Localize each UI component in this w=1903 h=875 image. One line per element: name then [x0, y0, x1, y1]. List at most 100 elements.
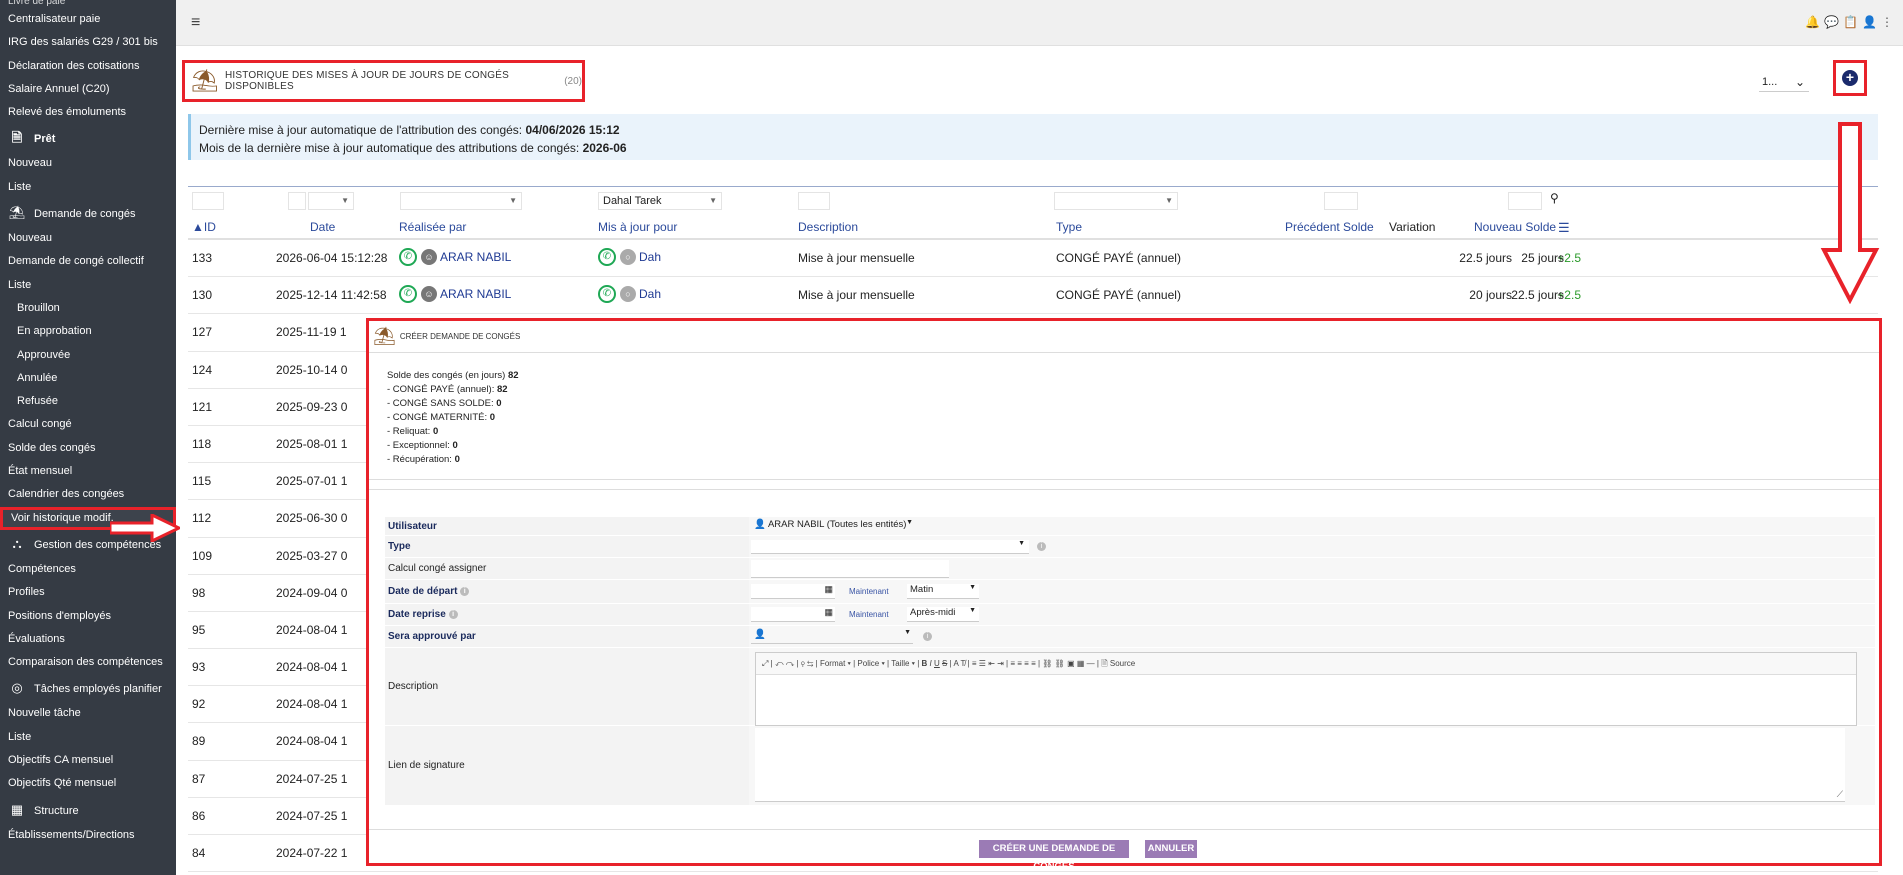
sidebar-item-calendrier-des-congees[interactable]: Calendrier des congées	[0, 483, 176, 506]
bold-icon[interactable]: B	[922, 659, 928, 668]
table-icon[interactable]: ▦	[1077, 659, 1085, 668]
col-date[interactable]: Date	[310, 220, 335, 234]
clear-format-icon[interactable]: T̸	[960, 659, 965, 668]
redo-icon[interactable]: ↷	[786, 659, 795, 668]
source-button[interactable]: Source	[1110, 659, 1135, 668]
whatsapp-icon[interactable]: ✆	[399, 248, 417, 266]
font-dropdown[interactable]: Police	[857, 659, 879, 668]
filter-new-balance[interactable]	[1508, 192, 1542, 210]
indent-icon[interactable]: ⇥	[997, 659, 1004, 668]
sidebar-item-objectifs-qte-mensuel[interactable]: Objectifs Qté mensuel	[0, 772, 176, 795]
bell-icon[interactable]: 🔔	[1805, 15, 1824, 29]
sidebar-item-demande-de-conges[interactable]: ⛱ Demande de congés	[0, 199, 176, 227]
whatsapp-icon[interactable]: ✆	[399, 285, 417, 304]
sidebar-item-refusee[interactable]: Refusée	[0, 390, 176, 413]
user-select[interactable]: 👤 ARAR NABIL (Toutes les entités) ▼	[751, 519, 915, 533]
type-select[interactable]: ▼	[751, 540, 1029, 554]
col-description[interactable]: Description	[798, 220, 858, 234]
sidebar-item-etablissements-directions[interactable]: Établissements/Directions	[0, 824, 176, 847]
filter-date-select[interactable]: ▼	[308, 192, 354, 210]
sidebar-item-nouveau[interactable]: Nouveau	[0, 152, 176, 175]
source-icon[interactable]: 🗎	[1101, 659, 1107, 668]
numbered-list-icon[interactable]: ≡	[972, 659, 977, 668]
user-link[interactable]: Dah	[639, 287, 661, 301]
align-left-icon[interactable]: ≡	[1010, 659, 1015, 668]
start-date-input[interactable]: ▦	[751, 584, 835, 599]
filter-date[interactable]	[288, 192, 306, 210]
more-vertical-icon[interactable]: ⋮	[1881, 15, 1897, 29]
filter-id[interactable]	[192, 192, 224, 210]
col-variation[interactable]: Variation	[1389, 220, 1435, 234]
sidebar-item-nouveau[interactable]: Nouveau	[0, 227, 176, 250]
table-row[interactable]: 130 2025-12-14 11:42:58 ✆ ☺ ARAR NABIL ✆ ○ Dah M…	[188, 277, 1878, 315]
hamburger-menu-icon[interactable]: ≡	[191, 14, 200, 32]
sidebar-item-evaluations[interactable]: Évaluations	[0, 628, 176, 651]
col-prev-balance[interactable]: Précédent Solde	[1285, 220, 1374, 234]
end-now-link[interactable]: Maintenant	[849, 610, 889, 619]
sidebar-item-profiles[interactable]: Profiles	[0, 581, 176, 604]
size-dropdown[interactable]: Taille	[891, 659, 909, 668]
link-icon[interactable]: ⛓	[1042, 659, 1052, 668]
outdent-icon[interactable]: ⇤	[988, 659, 995, 668]
sidebar-item-en-approbation[interactable]: En approbation	[0, 320, 176, 343]
col-realised-by[interactable]: Réalisée par	[399, 220, 466, 234]
end-date-input[interactable]: ▦	[751, 607, 835, 622]
start-now-link[interactable]: Maintenant	[849, 587, 889, 596]
calc-input[interactable]	[751, 560, 949, 578]
start-period-select[interactable]: Matin ▼	[907, 584, 979, 599]
align-right-icon[interactable]: ≡	[1024, 659, 1029, 668]
replace-icon[interactable]: ⇆	[807, 659, 813, 668]
italic-icon[interactable]: I	[930, 659, 932, 668]
strike-icon[interactable]: S	[942, 659, 947, 668]
col-updated-for[interactable]: Mis à jour pour	[598, 220, 677, 234]
sidebar-item-salaire-annuel-c20[interactable]: Salaire Annuel (C20)	[0, 78, 176, 101]
undo-icon[interactable]: ↶	[775, 659, 784, 668]
sidebar-item-comparaison-des-competences[interactable]: Comparaison des compétences	[0, 651, 176, 674]
sidebar-item-annulee[interactable]: Annulée	[0, 367, 176, 390]
whatsapp-icon[interactable]: ✆	[598, 248, 616, 266]
sidebar-item-objectifs-ca-mensuel[interactable]: Objectifs CA mensuel	[0, 749, 176, 772]
end-period-select[interactable]: Après-midi ▼	[907, 607, 979, 622]
filter-realised-by[interactable]: ▼	[400, 192, 522, 210]
sidebar-item-irg-des-salaries-g29-301-bis[interactable]: IRG des salariés G29 / 301 bis	[0, 31, 176, 54]
col-type[interactable]: Type	[1056, 220, 1082, 234]
hr-icon[interactable]: ―	[1087, 659, 1095, 668]
sidebar-item-declaration-des-cotisations[interactable]: Déclaration des cotisations	[0, 55, 176, 78]
bullet-list-icon[interactable]: ☰	[979, 659, 986, 668]
sidebar-item-cut[interactable]: Livre de paie	[0, 0, 176, 8]
description-editor[interactable]: ⤢ | ↶ ↷ | ⚲ ⇆ | Format ▾ | Police ▾ | Ta…	[755, 652, 1857, 726]
filter-type[interactable]: ▼	[1054, 192, 1178, 210]
whatsapp-icon[interactable]: ✆	[598, 285, 616, 304]
filter-updated-for[interactable]: Dahal Tarek ▼	[598, 192, 722, 210]
sidebar-item-liste[interactable]: Liste	[0, 726, 176, 749]
sidebar-item-releve-des-emoluments[interactable]: Relevé des émoluments	[0, 101, 176, 124]
underline-icon[interactable]: U	[934, 659, 940, 668]
user-link[interactable]: ARAR NABIL	[440, 250, 511, 264]
search-icon[interactable]: ⚲	[1550, 191, 1559, 205]
sidebar-item-etat-mensuel[interactable]: État mensuel	[0, 460, 176, 483]
sidebar-item-nouvelle-tache[interactable]: Nouvelle tâche	[0, 702, 176, 725]
sidebar-item-competences[interactable]: Compétences	[0, 558, 176, 581]
filter-description[interactable]	[798, 192, 830, 210]
col-new-balance[interactable]: Nouveau Solde	[1474, 220, 1556, 234]
maximize-icon[interactable]: ⤢	[762, 659, 768, 668]
col-id[interactable]: ▲ID	[192, 220, 216, 234]
create-leave-button[interactable]: Créer une demande de congés	[979, 840, 1129, 872]
signature-textarea[interactable]: ⟋	[755, 728, 1845, 802]
sidebar-item-centralisateur-paie[interactable]: Centralisateur paie	[0, 8, 176, 31]
sidebar-item-pret[interactable]: 🗎 Prêt	[0, 124, 176, 152]
per-page-select[interactable]: 1... ⌄	[1759, 72, 1809, 92]
clipboard-icon[interactable]: 📋	[1843, 15, 1862, 29]
sidebar-item-liste[interactable]: Liste	[0, 176, 176, 199]
align-center-icon[interactable]: ≡	[1017, 659, 1022, 668]
sidebar-item-liste[interactable]: Liste	[0, 274, 176, 297]
user-link[interactable]: ARAR NABIL	[440, 287, 511, 301]
calendar-icon[interactable]: ▦	[824, 584, 833, 595]
sidebar-item-structure[interactable]: ▦ Structure	[0, 796, 176, 824]
user-link[interactable]: Dah	[639, 250, 661, 264]
image-icon[interactable]: ▣	[1067, 659, 1075, 668]
approver-select[interactable]: 👤 ▼	[751, 629, 913, 644]
sidebar-item-taches-employes-planifier[interactable]: ◎ Tâches employés planifier	[0, 674, 176, 702]
table-row[interactable]: 133 2026-06-04 15:12:28 ✆ ☺ ARAR NABIL ✆ ○ Dah M…	[188, 240, 1878, 278]
filter-prev-balance[interactable]	[1324, 192, 1358, 210]
